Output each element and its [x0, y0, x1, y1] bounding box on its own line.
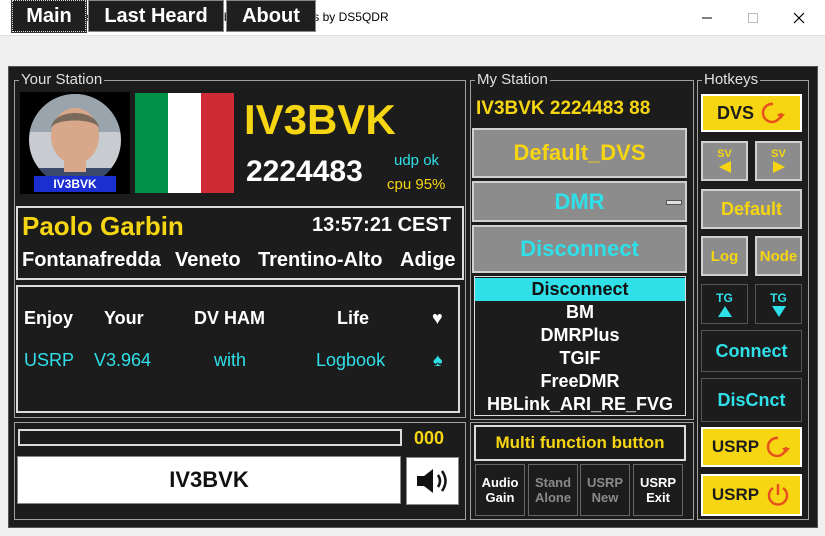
- node-button[interactable]: Node: [755, 236, 802, 276]
- power-icon: [767, 484, 789, 506]
- info-row2-col3: with: [214, 350, 247, 370]
- usrp-exit-line1: USRP: [639, 475, 677, 490]
- refresh-icon: [766, 436, 791, 458]
- mode-select[interactable]: DMR: [472, 181, 687, 222]
- info-row2-col2: V3.964: [94, 350, 152, 370]
- sv-prev-label: SV: [717, 148, 732, 160]
- stand-alone-line2: Alone: [534, 490, 572, 505]
- default-hotkey-button[interactable]: Default: [701, 189, 802, 229]
- audio-gain-line2: Gain: [485, 490, 515, 505]
- audio-gain-button[interactable]: Audio Gain: [475, 464, 525, 516]
- usrp-new-line1: USRP: [586, 475, 624, 490]
- small-button-row: Audio Gain Stand Alone USRP New USRP Exi…: [474, 464, 686, 516]
- server-item-bm[interactable]: BM: [475, 301, 685, 324]
- stand-alone-line1: Stand: [534, 475, 572, 490]
- tab-last-heard[interactable]: Last Heard: [88, 0, 224, 32]
- server-item-tgif[interactable]: TGIF: [475, 347, 685, 370]
- local-time: 13:57:21 CEST: [312, 214, 451, 236]
- usrp-power-button[interactable]: USRP: [701, 474, 802, 516]
- udp-status: udp ok: [394, 152, 440, 169]
- dvs-label: DVS: [716, 102, 754, 123]
- log-button[interactable]: Log: [701, 236, 748, 276]
- server-item-freedmr[interactable]: FreeDMR: [475, 370, 685, 393]
- disconnect-button[interactable]: Disconnect: [472, 225, 687, 273]
- tg-up-label: TG: [716, 290, 733, 305]
- maximize-button[interactable]: [730, 0, 776, 36]
- station-callsign: IV3BVK: [244, 96, 396, 143]
- tx-callsign-display: IV3BVK: [17, 456, 401, 504]
- cpu-usage: cpu 95%: [387, 176, 446, 193]
- tg-down-button[interactable]: TG: [755, 284, 802, 324]
- info-row1-col4: Life: [337, 308, 370, 328]
- usrp-new-line2: New: [591, 490, 619, 505]
- heart-symbol: ♥: [432, 308, 443, 328]
- speaker-icon: [416, 469, 447, 493]
- operator-name: Paolo Garbin: [22, 211, 184, 241]
- tx-level-bar: [18, 429, 402, 446]
- sv-prev-button[interactable]: SV: [701, 141, 748, 181]
- connect-hotkey-button[interactable]: Connect: [701, 330, 802, 372]
- usrp-exit-line2: Exit: [646, 490, 670, 505]
- avatar-callsign-label: IV3BVK: [34, 176, 116, 192]
- station-dmr-id: 2224483: [246, 155, 363, 188]
- info-row1-col3: DV HAM: [194, 308, 265, 328]
- tab-strip: [0, 36, 825, 68]
- italy-flag-icon: [135, 93, 234, 193]
- triangle-up-icon: [717, 305, 732, 317]
- tab-about[interactable]: About: [226, 0, 316, 32]
- disconnect-hotkey-button[interactable]: DisCnct: [701, 378, 802, 422]
- profile-button[interactable]: Default_DVS: [472, 128, 687, 178]
- tx-counter: 000: [414, 428, 445, 448]
- tg-up-button[interactable]: TG: [701, 284, 748, 324]
- minimize-icon: [702, 17, 712, 19]
- audio-gain-line1: Audio: [481, 475, 519, 490]
- refresh-icon: [761, 102, 785, 124]
- speaker-button[interactable]: [406, 457, 459, 505]
- minimize-button[interactable]: [684, 0, 730, 36]
- my-station-header: IV3BVK 2224483 88: [476, 98, 651, 119]
- hotkeys-legend: Hotkeys: [702, 71, 761, 88]
- usrp-new-button[interactable]: USRP New: [580, 464, 630, 516]
- triangle-right-icon: [772, 161, 785, 173]
- server-item-dmrplus[interactable]: DMRPlus: [475, 324, 685, 347]
- close-button[interactable]: [776, 0, 822, 36]
- usrp-power-label: USRP: [711, 485, 760, 504]
- my-station-legend: My Station: [475, 71, 550, 88]
- tg-down-label: TG: [770, 290, 787, 305]
- usrp-restart-button[interactable]: USRP: [701, 427, 802, 467]
- info-row2-col4: Logbook: [316, 350, 386, 370]
- dvs-button[interactable]: DVS: [701, 94, 802, 132]
- info-row1-col1: Enjoy: [24, 308, 74, 328]
- dropdown-indicator-icon: [666, 200, 682, 205]
- tab-main[interactable]: Main: [11, 0, 87, 33]
- sv-next-button[interactable]: SV: [755, 141, 802, 181]
- stand-alone-button[interactable]: Stand Alone: [528, 464, 578, 516]
- location-region: Veneto: [175, 249, 241, 271]
- server-item-hblink[interactable]: HBLink_ARI_RE_FVG: [475, 393, 685, 416]
- usrp-restart-label: USRP: [711, 437, 760, 456]
- server-item-disconnect[interactable]: Disconnect: [475, 278, 685, 301]
- server-list-items: Disconnect BM DMRPlus TGIF FreeDMR HBLin…: [475, 278, 685, 416]
- multi-function-button[interactable]: Multi function button: [474, 425, 686, 461]
- usrp-exit-button[interactable]: USRP Exit: [633, 464, 683, 516]
- info-panel: [16, 285, 460, 413]
- close-icon: [793, 12, 805, 24]
- info-row1-col2: Your: [104, 308, 144, 328]
- location-region-3: Adige: [400, 249, 456, 271]
- avatar-box: IV3BVK: [20, 92, 130, 194]
- location-region-2: Trentino-Alto: [258, 249, 383, 271]
- triangle-left-icon: [718, 161, 731, 173]
- info-row2-col1: USRP: [24, 350, 75, 370]
- sv-next-label: SV: [771, 148, 786, 160]
- your-station-legend: Your Station: [19, 71, 105, 88]
- location-city: Fontanafredda: [22, 249, 161, 271]
- spade-symbol: ♠: [433, 350, 443, 370]
- triangle-down-icon: [771, 305, 786, 317]
- mode-select-value: DMR: [554, 188, 605, 214]
- maximize-icon: [748, 13, 758, 23]
